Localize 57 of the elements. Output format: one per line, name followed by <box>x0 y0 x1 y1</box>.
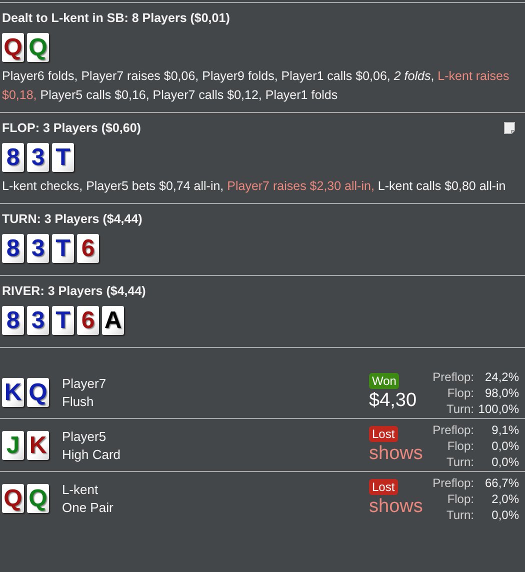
playing-card: 8 <box>2 306 24 335</box>
equity-label: Flop: <box>446 490 474 506</box>
result-amount: shows <box>369 494 423 518</box>
equity-label: Preflop: <box>432 474 474 490</box>
hand-rank: Flush <box>62 392 95 410</box>
playing-card: 3 <box>27 143 49 172</box>
equity-value: 0,0% <box>490 438 519 454</box>
playing-card: K <box>27 431 49 460</box>
playing-card: T <box>52 306 74 335</box>
equity-value: 2,0% <box>490 490 519 506</box>
equity-value: 66,7% <box>484 474 519 490</box>
player-name: L-kent <box>62 480 100 498</box>
playing-card: K <box>2 378 24 407</box>
hand-rank: High Card <box>62 446 122 464</box>
equity-value: 0,0% <box>490 506 519 522</box>
equity-value: 9,1% <box>490 422 519 438</box>
equity-label: Turn: <box>445 454 474 470</box>
equity-value: 0,0% <box>490 454 519 470</box>
result-amount: shows <box>369 442 423 466</box>
equity-label: Preflop: <box>432 368 474 384</box>
playing-card: 8 <box>2 234 24 263</box>
playing-card: 3 <box>27 306 49 335</box>
action-log: L-kent checks, Player5 bets $0,74 all-in, Player7 raises $2,30 all-in, L-kent calls $0,80 all-in <box>2 178 507 195</box>
equity-value: 100,0% <box>477 400 519 416</box>
hand-rank: One Pair <box>62 498 114 516</box>
playing-card: Q <box>2 33 24 62</box>
playing-card: Q <box>27 378 49 407</box>
equity-label: Turn: <box>445 506 474 522</box>
playing-card: J <box>2 431 24 460</box>
equity-label: Preflop: <box>432 422 474 438</box>
action-log: Player6 folds, Player7 raises $0,06, Player9 folds, Player1 calls $0,06, 2 folds, L-kent raises $0,18, Player5 calls $0,16, Player7 calls $0,12, Player1 folds <box>2 68 510 104</box>
note-icon[interactable] <box>504 122 515 134</box>
playing-card: Q <box>27 484 49 513</box>
result-badge: Lost <box>369 478 398 494</box>
result-badge: Lost <box>369 426 398 442</box>
playing-card: T <box>52 143 74 172</box>
result-amount: $4,30 <box>369 388 417 412</box>
player-name: Player7 <box>62 374 108 392</box>
playing-card: T <box>52 234 74 263</box>
playing-card: 8 <box>2 143 24 172</box>
equity-label: Turn: <box>445 400 474 416</box>
equity-value: 98,0% <box>484 384 519 400</box>
playing-card: 3 <box>27 234 49 263</box>
result-badge: Won <box>369 372 400 388</box>
playing-card: A <box>102 306 124 335</box>
equity-value: 24,2% <box>484 368 519 384</box>
playing-card: Q <box>2 484 24 513</box>
street-title: FLOP: 3 Players ($0,60) <box>2 121 141 135</box>
equity-label: Flop: <box>446 438 474 454</box>
street-title: Dealt to L-kent in SB: 8 Players ($0,01) <box>2 11 230 25</box>
player-name: Player5 <box>62 428 108 446</box>
playing-card: Q <box>27 33 49 62</box>
street-title: TURN: 3 Players ($4,44) <box>2 212 142 226</box>
playing-card: 6 <box>77 234 99 263</box>
playing-card: 6 <box>77 306 99 335</box>
equity-label: Flop: <box>446 384 474 400</box>
street-title: RIVER: 3 Players ($4,44) <box>2 284 146 298</box>
